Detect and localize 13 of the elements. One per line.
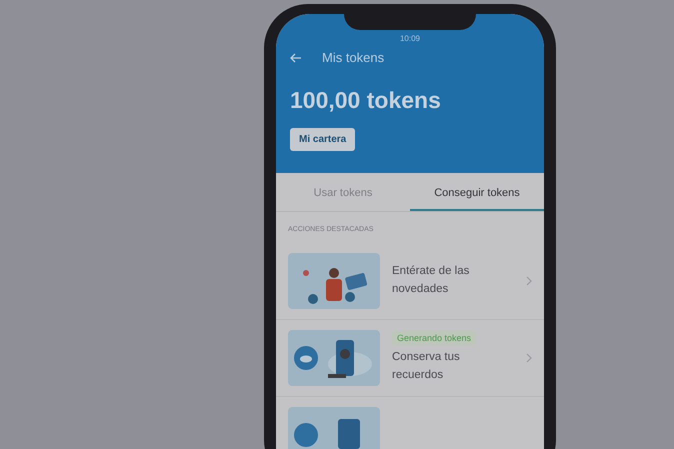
status-time: 10:09 (400, 34, 420, 45)
action-title: Entérate de las novedades (392, 264, 470, 297)
screen-title: Mis tokens (322, 50, 384, 65)
action-title: Conserva tus recuerdos (392, 350, 461, 383)
back-arrow-icon[interactable] (290, 52, 302, 62)
action-item[interactable]: Entérate de las novedades (276, 243, 544, 320)
tab[interactable]: Conseguir tokens (410, 173, 544, 211)
wallet-button[interactable]: Mi cartera (290, 128, 356, 151)
status-badge: Generando tokens (392, 331, 476, 346)
action-item[interactable]: Generando tokens Conserva tus recuerdos (276, 320, 544, 397)
token-balance: 100,00 tokens (290, 87, 442, 114)
chevron-icon (526, 276, 532, 286)
chevron-icon (526, 353, 532, 363)
